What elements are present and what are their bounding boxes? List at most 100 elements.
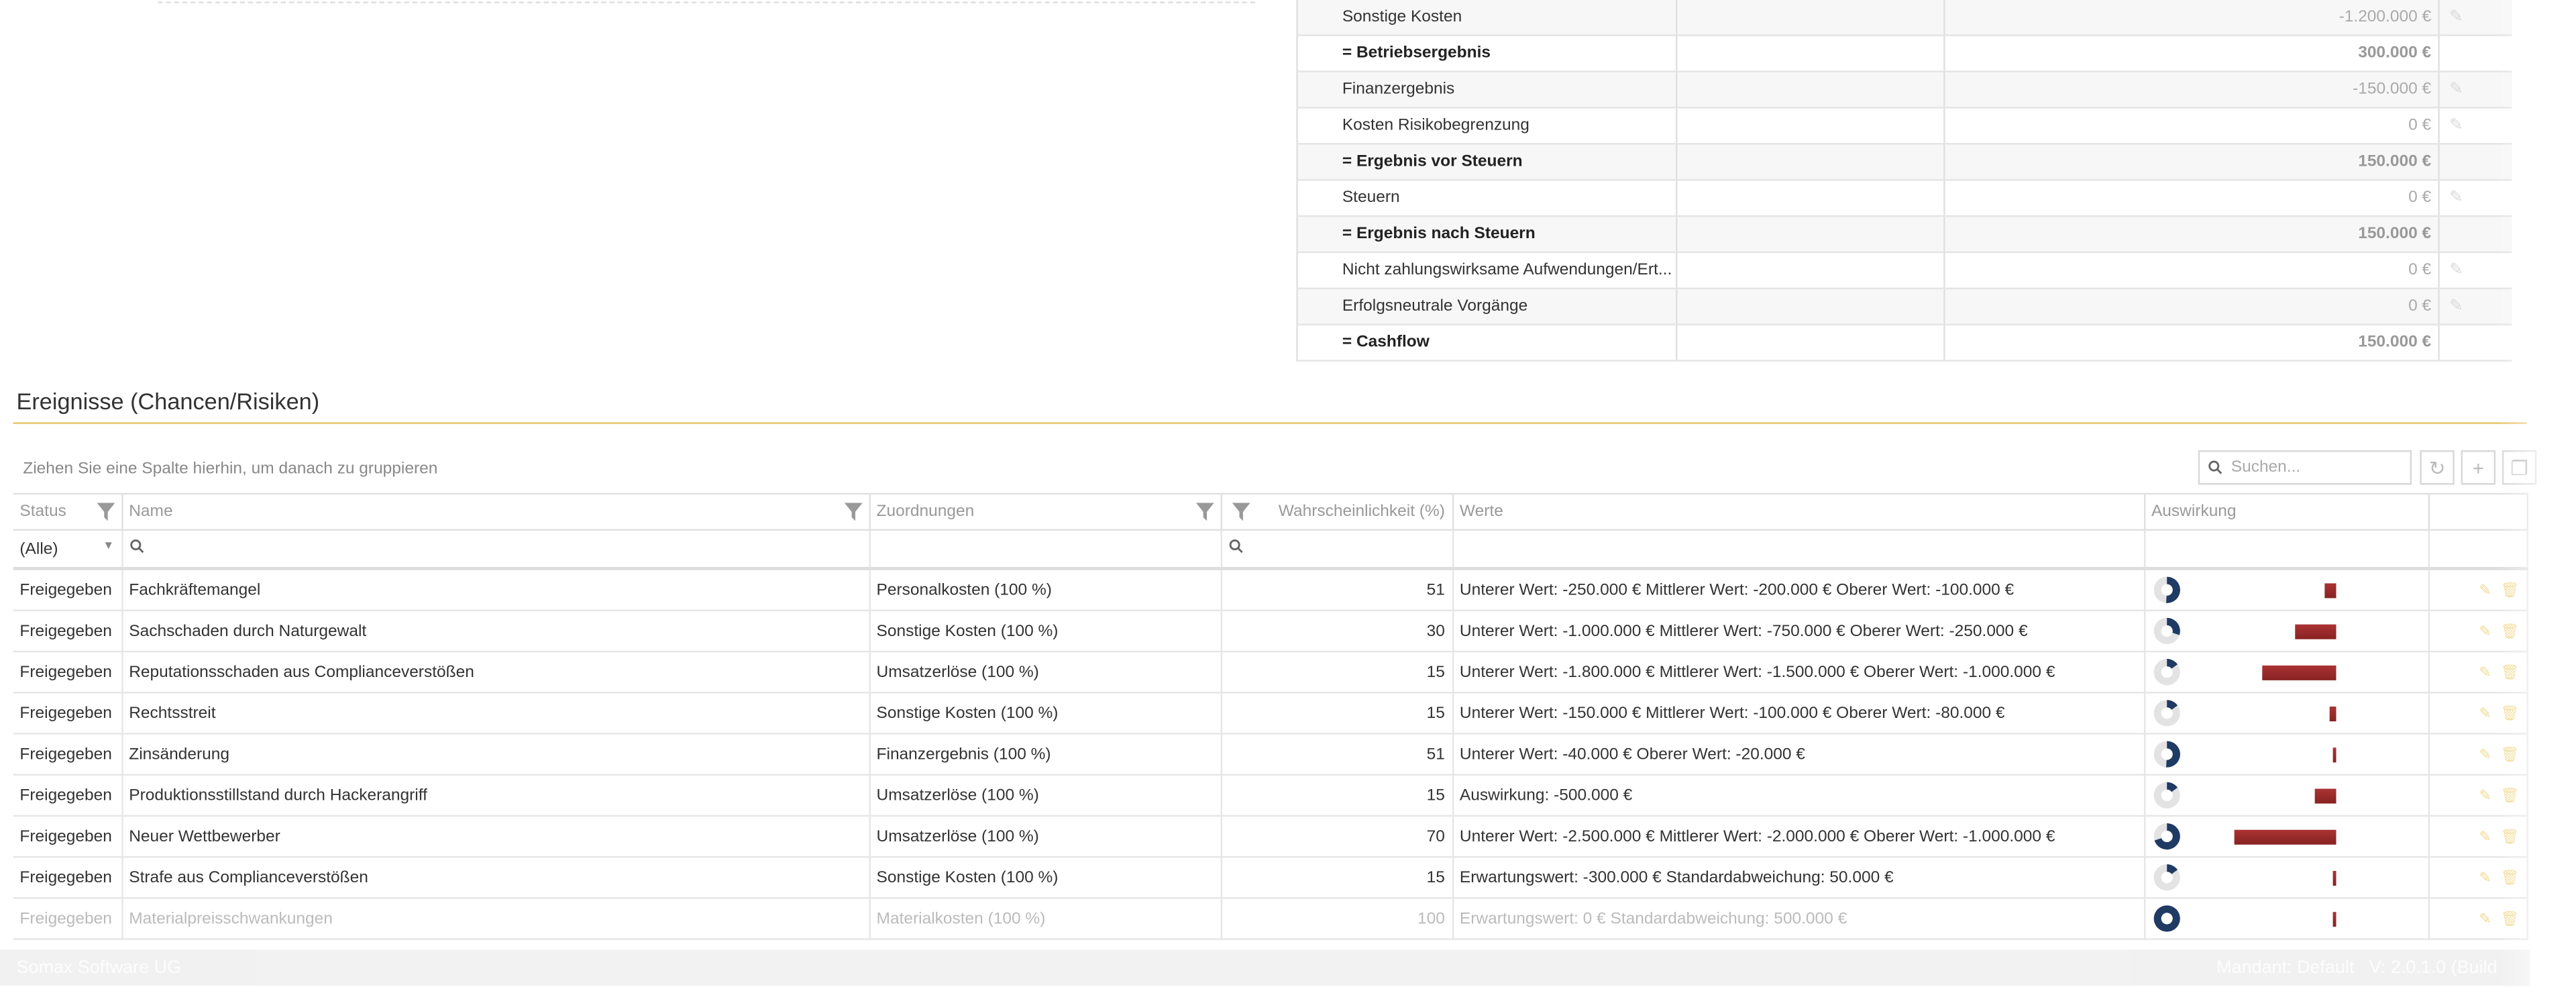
pnl-cell (1676, 71, 1945, 109)
status-filter-value: (Alle) (19, 539, 58, 558)
edit-icon[interactable]: ✎ (2479, 745, 2491, 762)
impact-bar (2314, 788, 2336, 804)
werte-filter-cell (1452, 529, 2145, 570)
impact-bar (2325, 583, 2336, 599)
auswirkung-filter-cell (2143, 529, 2429, 570)
column-header-auswirkung[interactable]: Auswirkung (2143, 492, 2429, 531)
pnl-cell (1676, 252, 1945, 290)
zuordnung-cell: Finanzergebnis (100 %) (869, 733, 1222, 776)
edit-icon[interactable]: ✎ (2479, 704, 2491, 720)
werte-cell: Unterer Wert: -2.500.000 € Mittlerer Wer… (1452, 815, 2145, 858)
probability-gauge (2153, 905, 2180, 932)
filter-icon[interactable] (843, 503, 862, 521)
table-row[interactable]: Freigegeben Zinsänderung Finanzergebnis (1… (13, 733, 2528, 776)
auswirkung-cell (2143, 610, 2429, 653)
column-label: Auswirkung (2151, 503, 2237, 521)
impact-bar (2294, 624, 2336, 639)
edit-icon[interactable]: ✎ (2479, 663, 2491, 679)
column-header-name[interactable]: Name (121, 492, 870, 531)
table-row[interactable]: Freigegeben Produktionsstillstand durch H… (13, 774, 2528, 817)
status-filter-select[interactable]: (Alle) ▼ (13, 529, 123, 570)
edit-icon[interactable]: ✎ (2449, 8, 2463, 26)
probability-cell: 15 (1220, 652, 1454, 694)
probability-cell: 70 (1220, 815, 1454, 858)
table-row[interactable]: Freigegeben Sachschaden durch Naturgewalt… (13, 610, 2528, 653)
edit-icon[interactable]: ✎ (2479, 581, 2491, 597)
pnl-value: 0 € (1944, 288, 2440, 325)
status-cell: Freigegeben (13, 815, 123, 858)
auswirkung-cell (2143, 692, 2429, 735)
column-label: Status (19, 503, 66, 521)
pnl-row: Kosten Risikobegrenzung 0 € ✎ (1296, 107, 2512, 145)
table-row[interactable]: Freigegeben Rechtsstreit Sonstige Kosten (… (13, 692, 2528, 735)
probability-cell: 15 (1220, 774, 1454, 817)
pnl-row: = Betriebsergebnis 300.000 € (1296, 35, 2512, 72)
wahrscheinlichkeit-filter-input[interactable] (1220, 529, 1454, 570)
auswirkung-cell (2143, 815, 2429, 858)
section-divider (13, 422, 2527, 424)
pnl-value: 150.000 € (1944, 216, 2440, 254)
edit-icon[interactable]: ✎ (2449, 81, 2463, 99)
edit-icon[interactable]: ✎ (2449, 117, 2463, 135)
zuordnung-cell: Materialkosten (100 %) (869, 898, 1222, 940)
pnl-cell (1676, 288, 1945, 325)
status-cell: Freigegeben (13, 857, 123, 899)
status-cell: Freigegeben (13, 692, 123, 735)
edit-icon[interactable]: ✎ (2479, 868, 2491, 884)
pnl-value: 0 € (1944, 252, 2440, 290)
column-header-wahrscheinlichkeit[interactable]: Wahrscheinlichkeit (%) (1220, 492, 1454, 531)
probability-gauge (2153, 782, 2180, 809)
name-filter-input[interactable] (121, 529, 870, 570)
edit-icon[interactable]: ✎ (2479, 786, 2491, 802)
probability-gauge (2153, 823, 2180, 850)
probability-cell: 51 (1220, 568, 1454, 612)
search-input[interactable]: Suchen... (2198, 450, 2412, 485)
pnl-value: 0 € (1944, 107, 2440, 145)
name-cell: Neuer Wettbewerber (121, 815, 870, 858)
table-row[interactable]: Freigegeben Strafe aus Complianceverstöße… (13, 857, 2528, 899)
impact-bar-area (2188, 744, 2368, 764)
probability-cell: 100 (1220, 898, 1454, 940)
name-cell: Zinsänderung (121, 733, 870, 776)
pnl-row: Steuern 0 € ✎ (1296, 180, 2512, 217)
impact-bar (2329, 707, 2336, 722)
edit-icon[interactable]: ✎ (2449, 297, 2463, 315)
table-row[interactable]: Freigegeben Reputationsschaden aus Compli… (13, 652, 2528, 694)
name-cell: Reputationsschaden aus Complianceverstöß… (121, 652, 870, 694)
edit-icon[interactable]: ✎ (2479, 827, 2491, 843)
column-header-zuordnungen[interactable]: Zuordnungen (869, 492, 1250, 531)
pnl-row: Erfolgsneutrale Vorgänge 0 € ✎ (1296, 288, 2512, 325)
add-button[interactable]: + (2461, 450, 2496, 485)
refresh-button[interactable]: ↻ (2420, 450, 2455, 485)
edit-icon[interactable]: ✎ (2449, 261, 2463, 279)
werte-cell: Erwartungswert: -300.000 € Standardabwei… (1452, 857, 2145, 899)
chevron-down-icon: ▼ (103, 539, 115, 552)
werte-cell: Auswirkung: -500.000 € (1452, 774, 2145, 817)
footer-version: V: 2.0.1.0 (Build (2369, 957, 2498, 978)
pnl-value: 300.000 € (1944, 35, 2440, 72)
filter-icon[interactable] (96, 503, 115, 521)
filter-icon[interactable] (1195, 503, 1214, 521)
search-icon (1228, 539, 1242, 554)
auswirkung-cell (2143, 774, 2429, 817)
footer-company: Somax Software UG (16, 957, 182, 978)
edit-icon[interactable]: ✎ (2479, 910, 2491, 926)
table-row[interactable]: Freigegeben Fachkräftemangel Personalkoste… (13, 568, 2528, 612)
group-panel[interactable]: Ziehen Sie eine Spalte hierhin, um danac… (23, 460, 437, 478)
impact-bar-area (2188, 908, 2368, 928)
zuordnung-cell: Sonstige Kosten (100 %) (869, 857, 1222, 899)
events-grid: Status Name Zuordnungen Wahrscheinlichke… (13, 492, 2528, 940)
table-row[interactable]: Freigegeben Neuer Wettbewerber Umsatzerlös… (13, 815, 2528, 858)
pnl-value: 0 € (1944, 180, 2440, 217)
plus-icon: + (2472, 456, 2484, 479)
column-header-status[interactable]: Status (13, 492, 123, 531)
edit-icon[interactable]: ✎ (2479, 622, 2491, 638)
edit-icon[interactable]: ✎ (2449, 189, 2463, 207)
search-icon (129, 539, 144, 554)
werte-cell: Unterer Wert: -1.800.000 € Mittlerer Wer… (1452, 652, 2145, 694)
refresh-icon: ↻ (2428, 456, 2446, 479)
table-row[interactable]: Freigegeben Materialpreisschwankungen Mate… (13, 898, 2528, 940)
column-header-werte[interactable]: Werte (1452, 492, 2145, 531)
pnl-table: Sonstige Kosten -1.200.000 € ✎ = Betriebser… (1296, 0, 2512, 362)
impact-bar-area (2188, 621, 2368, 641)
